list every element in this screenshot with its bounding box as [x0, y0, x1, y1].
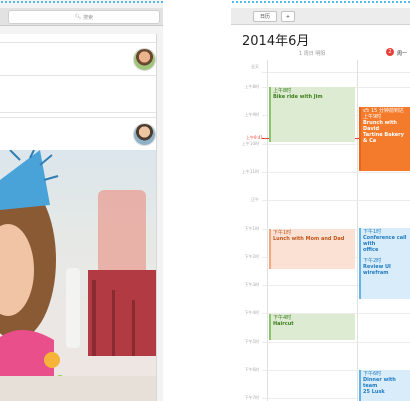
hour-label: 上午9时	[244, 112, 259, 117]
avatar	[133, 48, 156, 71]
allday-divider	[262, 72, 410, 73]
add-icon: +	[285, 13, 291, 20]
birthday-photo[interactable]	[0, 150, 156, 401]
event-title: Conference call with	[363, 235, 407, 247]
column-divider	[357, 60, 358, 401]
event-title: Lunch with Mom and Dad	[273, 236, 345, 242]
month-title: 2014年6月	[242, 34, 310, 49]
search-field[interactable]: 🔍︎ 搜索	[8, 10, 160, 24]
event-location: Tartine Bakery & Ca	[363, 132, 404, 144]
hour-label: 下午6时	[244, 367, 259, 372]
event-title: Review UI wirefram	[363, 264, 391, 276]
event-title: Haircut	[273, 321, 294, 327]
hour-gridline	[262, 342, 410, 343]
search-placeholder: 搜索	[83, 14, 94, 21]
hour-gridline	[262, 172, 410, 173]
event-bike-ride[interactable]: 上午8时 Bike ride with Jim	[269, 87, 355, 142]
calendars-button[interactable]: 日历	[253, 11, 277, 22]
hour-label: 下午2时	[244, 254, 259, 259]
message-card[interactable]	[0, 117, 156, 151]
event-title: Brunch with David	[363, 120, 397, 132]
event-brunch[interactable]: 🚗︎ 15 分钟前到达 上午9时 Brunch with David Tarti…	[359, 107, 410, 171]
dotted-callout-line	[231, 0, 410, 4]
day-header-sunday[interactable]: 1 周日 明阳	[299, 50, 325, 57]
current-time-label: 上午9:41	[246, 135, 263, 140]
event-lunch[interactable]: 下午1时 Lunch with Mom and Dad	[269, 229, 355, 269]
dotted-callout-line	[0, 0, 163, 4]
hour-label: 上午10时	[241, 141, 259, 146]
hour-label: 下午7时	[244, 395, 259, 400]
hour-gridline	[262, 200, 410, 201]
event-haircut[interactable]: 下午4时 Haircut	[269, 314, 355, 340]
event-title: Dinner with team	[363, 377, 396, 389]
hour-label: 下午4时	[244, 310, 259, 315]
column-divider	[267, 60, 268, 401]
allday-label: 全天	[251, 64, 259, 69]
add-event-button[interactable]: +	[281, 11, 295, 22]
event-conference-call[interactable]: 下午1时 Conference call with office	[359, 228, 410, 257]
calendars-button-label: 日历	[259, 14, 270, 20]
event-review-ui[interactable]: 下午2时 Review UI wirefram	[359, 257, 410, 299]
event-location: 25 Lusk	[363, 389, 385, 395]
day-header-monday[interactable]: 周一	[397, 50, 407, 57]
hour-label: 下午1时	[244, 226, 259, 231]
hour-label: 上午11时	[241, 169, 259, 174]
message-card[interactable]	[0, 79, 156, 113]
event-title: Bike ride with Jim	[273, 94, 323, 100]
hour-label: 下午5时	[244, 339, 259, 344]
hour-label: 下午3时	[244, 282, 259, 287]
event-dinner[interactable]: 下午6时 Dinner with team 25 Lusk	[359, 370, 410, 401]
hour-label: 上午8时	[244, 84, 259, 89]
photo-illustration	[0, 150, 156, 401]
avatar	[133, 123, 156, 146]
event-subtitle: office	[363, 247, 379, 253]
hour-label: 正午	[251, 197, 259, 202]
message-card[interactable]	[0, 42, 156, 76]
magnifier-icon: 🔍︎	[74, 14, 82, 20]
today-badge[interactable]: 2	[386, 48, 394, 56]
